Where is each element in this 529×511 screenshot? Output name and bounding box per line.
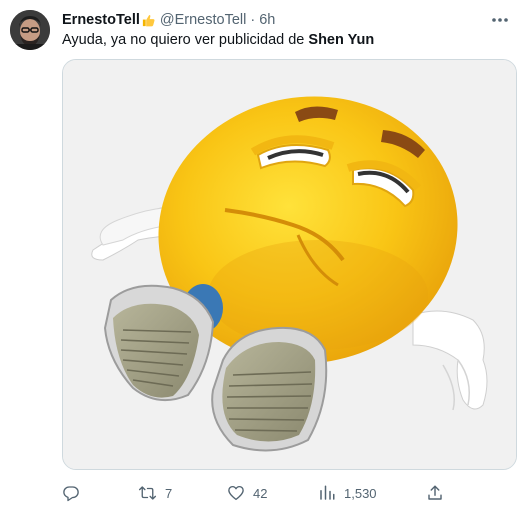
tweet: ErnestoTell @ErnestoTell · 6h Ayuda, ya …	[0, 0, 529, 511]
retweet-button[interactable]: 7	[138, 482, 172, 504]
tweet-header: ErnestoTell @ErnestoTell · 6h	[62, 10, 275, 30]
views-icon	[320, 485, 335, 500]
retweet-icon	[138, 486, 157, 500]
thumbs-up-icon	[141, 13, 156, 28]
tweet-text: Ayuda, ya no quiero ver publicidad de Sh…	[62, 31, 374, 50]
retweet-count: 7	[165, 485, 173, 501]
views-button[interactable]: 1,530	[318, 482, 377, 504]
more-dots-icon	[492, 18, 508, 22]
tweet-text-bold: Shen Yun	[308, 32, 375, 48]
share-button[interactable]	[426, 482, 444, 504]
more-options-button[interactable]	[489, 12, 511, 28]
share-icon	[428, 485, 442, 500]
display-name[interactable]: ErnestoTell	[62, 12, 140, 28]
tweet-actions: 7 42 1,530	[62, 482, 517, 504]
reply-icon	[63, 486, 79, 502]
exhausted-emoji-image	[63, 60, 516, 469]
heart-icon	[228, 485, 244, 501]
like-count: 42	[253, 485, 268, 501]
avatar-image	[10, 10, 50, 50]
avatar[interactable]	[10, 10, 50, 50]
separator-dot: ·	[250, 12, 256, 28]
user-handle[interactable]: @ErnestoTell	[160, 12, 246, 28]
tweet-media[interactable]	[62, 59, 517, 470]
views-count: 1,530	[344, 485, 377, 501]
tweet-text-body: Ayuda, ya no quiero ver publicidad de	[62, 32, 309, 48]
like-button[interactable]: 42	[227, 482, 267, 504]
timestamp[interactable]: 6h	[259, 12, 275, 28]
reply-button[interactable]	[62, 482, 88, 504]
